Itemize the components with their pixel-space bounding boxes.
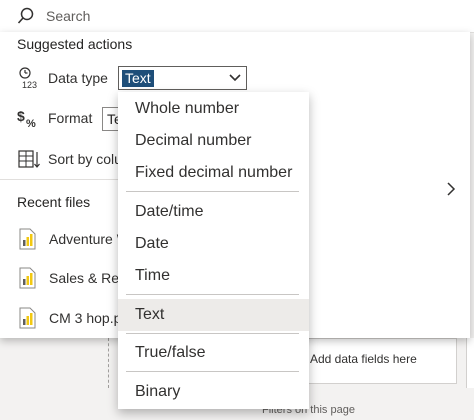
powerbi-file-icon bbox=[17, 267, 37, 289]
recent-file-name: Sales & Ret bbox=[49, 270, 123, 286]
format-row: $ % Format bbox=[17, 107, 93, 130]
powerbi-file-icon bbox=[17, 228, 37, 250]
recent-file-item[interactable]: CM 3 hop.p bbox=[17, 307, 121, 329]
search-bar[interactable]: Search bbox=[0, 0, 474, 33]
sort-by-column-row[interactable]: Sort by colu bbox=[17, 148, 122, 170]
option-text[interactable]: Text bbox=[118, 299, 309, 331]
option-time[interactable]: Time bbox=[118, 260, 309, 292]
data-type-label: Data type bbox=[48, 70, 108, 86]
recent-file-item[interactable]: Adventure W bbox=[17, 228, 130, 250]
data-type-selected-value: Text bbox=[122, 70, 154, 87]
chevron-right-icon[interactable] bbox=[446, 182, 456, 196]
search-input[interactable]: Search bbox=[46, 8, 90, 24]
option-true-false[interactable]: True/false bbox=[118, 337, 309, 369]
option-fixed-decimal-number[interactable]: Fixed decimal number bbox=[118, 157, 309, 189]
dropdown-divider bbox=[126, 191, 299, 192]
format-currency-icon: $ % bbox=[17, 107, 41, 130]
format-label: Format bbox=[48, 110, 93, 126]
section-divider bbox=[0, 179, 118, 180]
add-data-fields-label: Add data fields here bbox=[310, 352, 417, 366]
dropdown-divider bbox=[126, 371, 299, 372]
suggested-actions-title: Suggested actions bbox=[17, 36, 133, 52]
search-icon bbox=[17, 7, 34, 24]
data-type-icon: 123 bbox=[17, 67, 41, 90]
pane-edge bbox=[466, 338, 474, 388]
sort-by-column-label: Sort by colu bbox=[48, 151, 122, 167]
option-decimal-number[interactable]: Decimal number bbox=[118, 125, 309, 157]
option-whole-number[interactable]: Whole number bbox=[118, 93, 309, 125]
data-type-row: 123 Data type bbox=[17, 67, 108, 90]
recent-file-item[interactable]: Sales & Ret bbox=[17, 267, 123, 289]
option-date[interactable]: Date bbox=[118, 228, 309, 260]
svg-text:%: % bbox=[26, 118, 36, 130]
chevron-down-icon bbox=[229, 74, 241, 82]
dropdown-divider bbox=[126, 333, 299, 334]
svg-text:123: 123 bbox=[22, 80, 37, 90]
option-binary[interactable]: Binary bbox=[118, 376, 309, 408]
powerbi-file-icon bbox=[17, 307, 37, 329]
add-data-fields-card[interactable]: Add data fields here bbox=[287, 338, 457, 384]
dropdown-divider bbox=[126, 294, 299, 295]
svg-text:$: $ bbox=[17, 108, 25, 124]
sort-by-column-icon bbox=[17, 148, 41, 170]
recent-files-title: Recent files bbox=[17, 194, 91, 210]
data-type-select[interactable]: Text bbox=[118, 66, 247, 90]
recent-file-name: CM 3 hop.p bbox=[49, 310, 122, 326]
data-type-dropdown-list: Whole number Decimal number Fixed decima… bbox=[118, 92, 309, 409]
option-date-time[interactable]: Date/time bbox=[118, 196, 309, 228]
canvas-edge bbox=[108, 338, 113, 388]
